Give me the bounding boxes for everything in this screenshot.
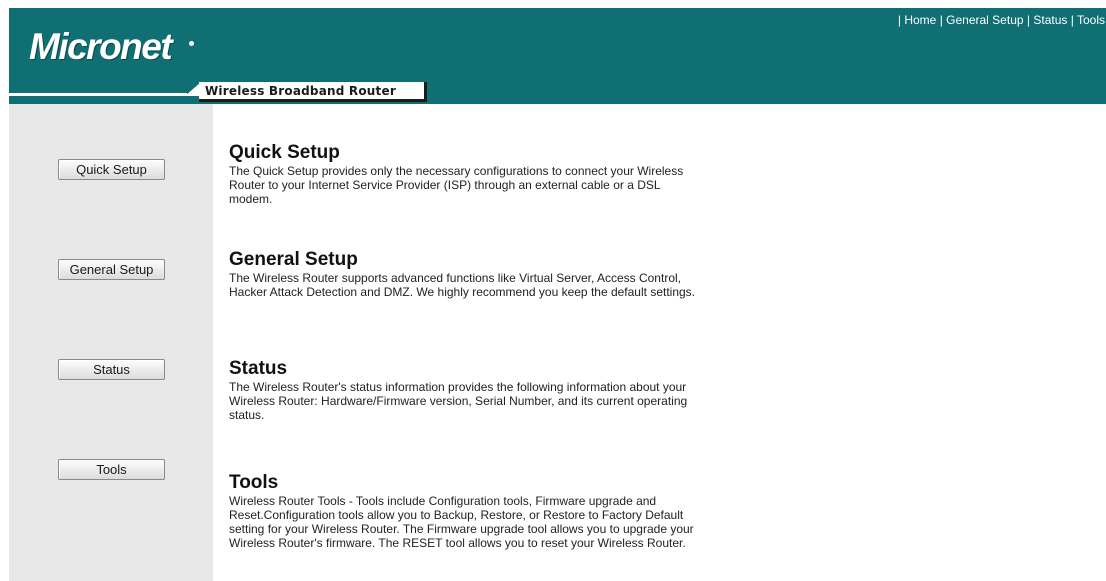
top-nav-separator: | — [1070, 13, 1074, 27]
top-nav-separator: | — [897, 13, 901, 27]
section-quick-setup: Quick Setup The Quick Setup provides onl… — [229, 142, 709, 206]
top-link-status[interactable]: Status — [1033, 13, 1067, 27]
logo-dot-icon — [189, 41, 194, 46]
sidebar: Quick Setup General Setup Status Tools — [9, 104, 213, 581]
section-tools: Tools Wireless Router Tools - Tools incl… — [229, 472, 709, 550]
top-nav-separator: | — [1026, 13, 1031, 27]
section-description: The Wireless Router supports advanced fu… — [229, 271, 696, 299]
top-link-home[interactable]: Home — [904, 13, 936, 27]
general-setup-button[interactable]: General Setup — [58, 259, 165, 280]
section-title: Status — [229, 358, 288, 379]
section-status: Status The Wireless Router's status info… — [229, 358, 709, 422]
section-title: Quick Setup — [229, 142, 340, 163]
top-nav-separator: | — [939, 13, 943, 27]
header-banner: Micronet | Home | General Setup | Status… — [9, 8, 1106, 104]
product-bar-line — [9, 93, 187, 96]
section-title: Tools — [229, 472, 279, 493]
section-description: The Wireless Router's status information… — [229, 380, 688, 422]
quick-setup-button[interactable]: Quick Setup — [58, 159, 165, 180]
section-description: The Quick Setup provides only the necess… — [229, 164, 684, 206]
product-name: Wireless Broadband Router — [205, 84, 396, 98]
section-description: Wireless Router Tools - Tools include Co… — [229, 494, 694, 550]
section-general-setup: General Setup The Wireless Router suppor… — [229, 249, 709, 299]
tools-button[interactable]: Tools — [58, 459, 165, 480]
brand-logo: Micronet — [29, 26, 173, 67]
top-link-tools[interactable]: Tools — [1077, 13, 1105, 27]
product-name-tab: Wireless Broadband Router — [199, 82, 427, 102]
top-navigation: | Home | General Setup | Status | Tools — [898, 13, 1105, 27]
router-admin-page: Micronet | Home | General Setup | Status… — [0, 0, 1106, 581]
top-link-general-setup[interactable]: General Setup — [946, 13, 1023, 27]
status-button[interactable]: Status — [58, 359, 165, 380]
section-title: General Setup — [229, 249, 358, 270]
